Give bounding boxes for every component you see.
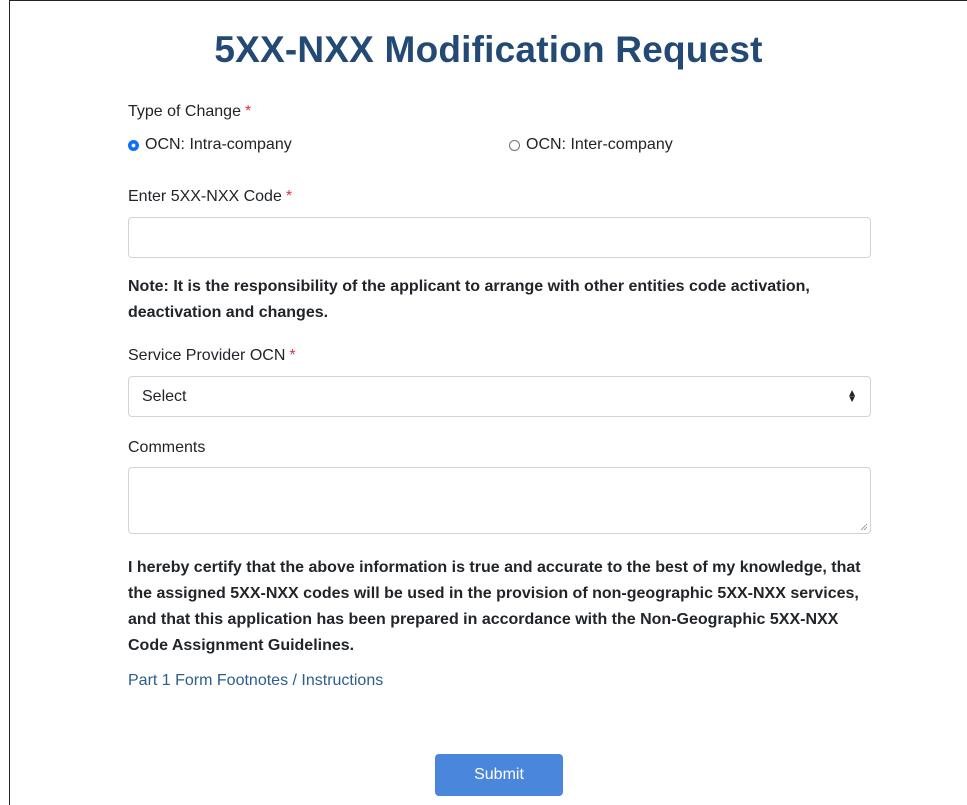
required-marker: * xyxy=(244,103,252,120)
radio-option-inter-company[interactable]: OCN: Inter-company xyxy=(509,136,673,154)
type-of-change-label: Type of Change * xyxy=(128,103,251,121)
radio-option-intra-company[interactable]: OCN: Intra-company xyxy=(128,136,292,154)
radio-checked-icon[interactable] xyxy=(128,139,139,151)
radio-unchecked-icon[interactable] xyxy=(509,139,520,151)
resize-handle-icon[interactable] xyxy=(860,523,868,531)
radio-option-label: OCN: Intra-company xyxy=(145,136,292,153)
footnotes-link[interactable]: Part 1 Form Footnotes / Instructions xyxy=(128,672,383,690)
ocn-select-value: Select xyxy=(142,387,187,405)
type-of-change-radio-group: OCN: Intra-company OCN: Inter-company xyxy=(128,136,868,156)
select-arrows-icon: ▲ ▼ xyxy=(847,387,857,405)
ocn-field-label: Service Provider OCN * xyxy=(128,347,296,365)
comments-label: Comments xyxy=(128,439,206,456)
radio-option-label: OCN: Inter-company xyxy=(526,136,673,153)
code-field-label: Enter 5XX-NXX Code * xyxy=(128,188,292,206)
page-title: 5XX-NXX Modification Request xyxy=(214,29,763,70)
responsibility-note: Note: It is the responsibility of the ap… xyxy=(128,278,810,321)
required-marker: * xyxy=(285,188,293,205)
code-field-label-text: Enter 5XX-NXX Code xyxy=(128,188,282,205)
ocn-select[interactable]: Select ▲ ▼ xyxy=(128,376,871,417)
form-container: 5XX-NXX Modification Request Type of Cha… xyxy=(9,0,967,805)
comments-textarea[interactable] xyxy=(128,467,871,534)
certification-text: I hereby certify that the above informat… xyxy=(128,559,861,654)
type-of-change-label-text: Type of Change xyxy=(128,103,241,120)
required-marker: * xyxy=(289,347,296,364)
code-input[interactable] xyxy=(128,217,871,258)
submit-button[interactable]: Submit xyxy=(435,754,563,796)
ocn-field-label-text: Service Provider OCN xyxy=(128,347,286,364)
